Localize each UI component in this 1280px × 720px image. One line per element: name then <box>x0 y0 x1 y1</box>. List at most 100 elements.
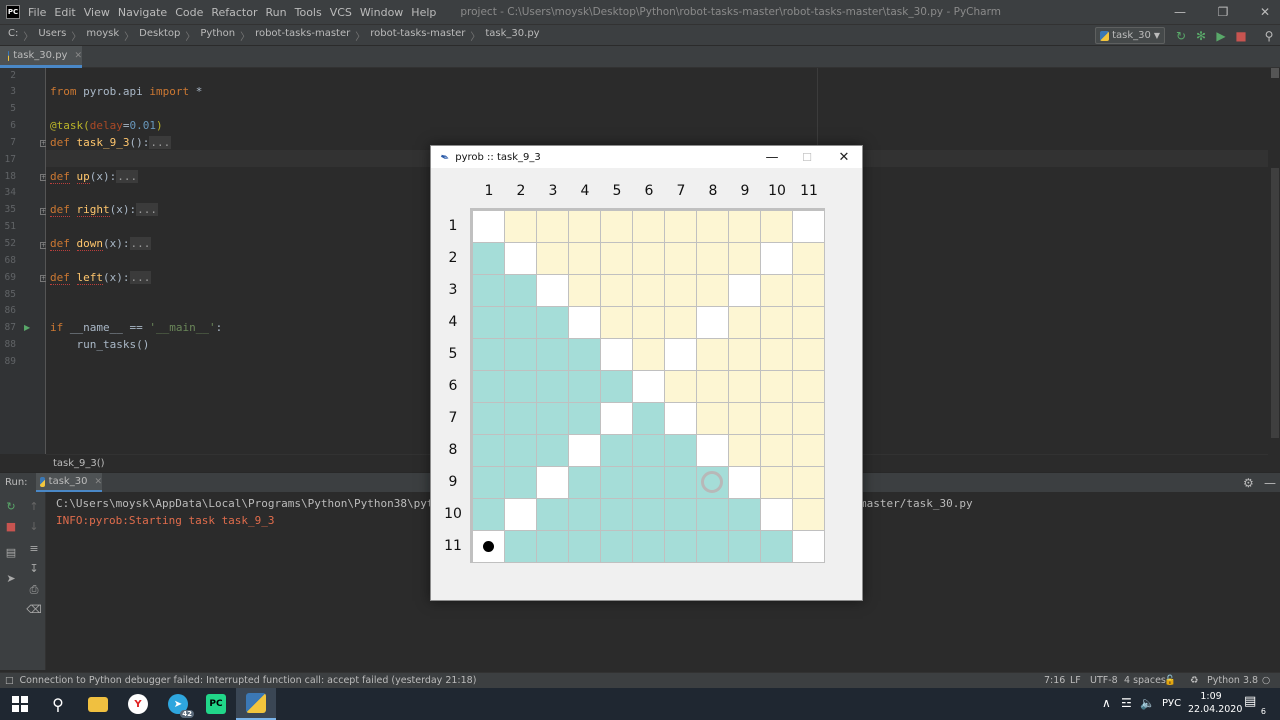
breadcrumb-item[interactable]: moysk <box>86 28 119 43</box>
indent-setting[interactable]: 4 spaces <box>1124 675 1166 686</box>
breadcrumb-item[interactable]: Users <box>38 28 66 43</box>
grid-cell <box>793 243 824 274</box>
interpreter[interactable]: Python 3.8 <box>1207 675 1258 686</box>
menu-code[interactable]: Code <box>175 6 203 19</box>
hide-panel-icon[interactable]: — <box>1264 476 1276 490</box>
scroll-to-end-icon[interactable]: ↧ <box>27 561 41 575</box>
print-icon[interactable]: ⎙ <box>27 583 41 597</box>
breadcrumb-separator: 〉 <box>185 31 196 43</box>
grid-cell <box>729 403 760 434</box>
line-number: 85 <box>4 288 16 300</box>
clock[interactable]: 1:09 22.04.2020 <box>1188 690 1242 716</box>
line-separator[interactable]: LF <box>1070 675 1081 686</box>
row-header: 1 <box>448 218 458 234</box>
menu-refactor[interactable]: Refactor <box>211 6 257 19</box>
notification-icon[interactable]: ○ <box>1262 675 1270 686</box>
windows-start-icon[interactable] <box>0 688 40 720</box>
pycharm-taskbar-icon[interactable]: PC <box>196 688 236 720</box>
grid-cell <box>633 307 664 338</box>
file-encoding[interactable]: UTF-8 <box>1090 675 1118 686</box>
minimize-icon[interactable]: — <box>754 146 790 168</box>
panel-toggle-icon[interactable]: □ <box>5 676 14 686</box>
run-config-selector[interactable]: task_30 ▼ <box>1095 27 1165 44</box>
code-line[interactable]: def right(x):... <box>50 203 158 218</box>
breadcrumb-separator: 〉 <box>355 31 366 43</box>
pyrob-titlebar[interactable]: ✒ pyrob :: task_9_3 — ☐ ✕ <box>431 146 862 168</box>
grid-cell <box>793 275 824 306</box>
grid-cell <box>761 211 792 242</box>
row-header: 2 <box>448 250 458 266</box>
menu-file[interactable]: File <box>28 6 46 19</box>
menu-tools[interactable]: Tools <box>295 6 322 19</box>
close-run-tab-icon[interactable]: ✕ <box>94 477 102 487</box>
maximize-icon[interactable]: ☐ <box>789 146 825 168</box>
line-number: 89 <box>4 355 16 367</box>
stop-icon[interactable]: ■ <box>4 519 18 533</box>
menu-navigate[interactable]: Navigate <box>118 6 167 19</box>
breadcrumb-item[interactable]: task_30.py <box>485 28 539 43</box>
yandex-browser-icon[interactable]: Y <box>118 688 158 720</box>
notification-center-icon[interactable]: ▤ 6 <box>1244 694 1266 716</box>
code-line[interactable]: def up(x):... <box>50 169 139 184</box>
pin-icon[interactable]: ➤ <box>4 571 18 585</box>
down-arrow-icon[interactable]: ↓ <box>27 519 41 533</box>
wifi-icon[interactable]: ☲ <box>1121 696 1132 710</box>
code-token: (x): <box>109 203 137 217</box>
search-icon[interactable]: ⚲ <box>1262 29 1276 43</box>
file-explorer-icon[interactable] <box>78 688 118 720</box>
menu-vcs[interactable]: VCS <box>330 6 352 19</box>
trash-icon[interactable]: ⌫ <box>26 602 42 616</box>
code-line[interactable]: from pyrob.api import * <box>50 85 202 98</box>
restore-icon[interactable]: ❐ <box>1208 0 1238 24</box>
grid-cell <box>633 531 664 562</box>
grid-cell <box>505 371 536 402</box>
gear-icon[interactable]: ⚙ <box>1243 476 1254 490</box>
soft-wrap-icon[interactable]: ≡ <box>27 541 41 555</box>
breadcrumb-item[interactable]: C: <box>8 28 18 43</box>
menu-run[interactable]: Run <box>266 6 287 19</box>
grid-cell <box>473 499 504 530</box>
tray-chevron-icon[interactable]: ∧ <box>1102 696 1111 710</box>
keyboard-language[interactable]: РУС <box>1162 698 1181 709</box>
menu-view[interactable]: View <box>84 6 110 19</box>
run-tab-task-30[interactable]: task_30 ✕ <box>36 473 102 493</box>
grid-cell <box>633 371 664 402</box>
breadcrumb-item[interactable]: Desktop <box>139 28 180 43</box>
menu-edit[interactable]: Edit <box>54 6 75 19</box>
breadcrumb-item[interactable]: robot-tasks-master <box>255 28 350 43</box>
grid-cell <box>729 467 760 498</box>
close-icon[interactable]: ✕ <box>1250 0 1280 24</box>
breadcrumb-item[interactable]: robot-tasks-master <box>370 28 465 43</box>
breadcrumb-item[interactable]: Python <box>200 28 235 43</box>
code-line[interactable]: def down(x):... <box>50 237 152 251</box>
run-gutter-icon[interactable]: ▶ <box>24 323 30 332</box>
layout-icon[interactable]: ▤ <box>4 545 18 559</box>
scroll-thumb[interactable] <box>1271 168 1279 438</box>
menu-window[interactable]: Window <box>360 6 403 19</box>
python-taskbar-icon[interactable] <box>236 688 276 720</box>
caret-position[interactable]: 7:16 <box>1044 675 1065 686</box>
close-icon[interactable]: ✕ <box>826 146 862 168</box>
close-tab-icon[interactable]: ✕ <box>74 51 82 61</box>
status-message[interactable]: Connection to Python debugger failed: In… <box>20 675 477 686</box>
volume-icon[interactable]: 🔈 <box>1140 696 1155 710</box>
minimize-icon[interactable]: — <box>1165 0 1195 24</box>
stop-icon[interactable]: ■ <box>1234 29 1248 43</box>
search-icon[interactable]: ⚲ <box>38 688 78 720</box>
up-arrow-icon[interactable]: ↑ <box>27 499 41 513</box>
run-config-label: task_30 <box>1112 30 1151 41</box>
coverage-icon[interactable]: ▶ <box>1214 29 1228 43</box>
lock-icon[interactable]: 🔓 <box>1164 675 1176 686</box>
telegram-icon[interactable]: ➤ 42 <box>158 688 198 720</box>
code-line[interactable]: def task_9_3():... <box>50 135 172 149</box>
code-line[interactable]: @task(delay=0.01) <box>50 119 163 132</box>
code-line[interactable]: run_tasks() <box>50 338 149 351</box>
debug-icon[interactable]: ✻ <box>1194 29 1208 43</box>
code-line[interactable]: def left(x):... <box>50 270 152 285</box>
code-line[interactable]: if __name__ == '__main__': <box>50 321 222 334</box>
rerun-icon[interactable]: ↻ <box>4 499 18 513</box>
menu-help[interactable]: Help <box>411 6 436 19</box>
tab-task-30[interactable]: task_30.py ✕ <box>0 46 82 68</box>
editor-scrollbar[interactable] <box>1268 68 1280 454</box>
rerun-icon[interactable]: ↻ <box>1174 29 1188 43</box>
